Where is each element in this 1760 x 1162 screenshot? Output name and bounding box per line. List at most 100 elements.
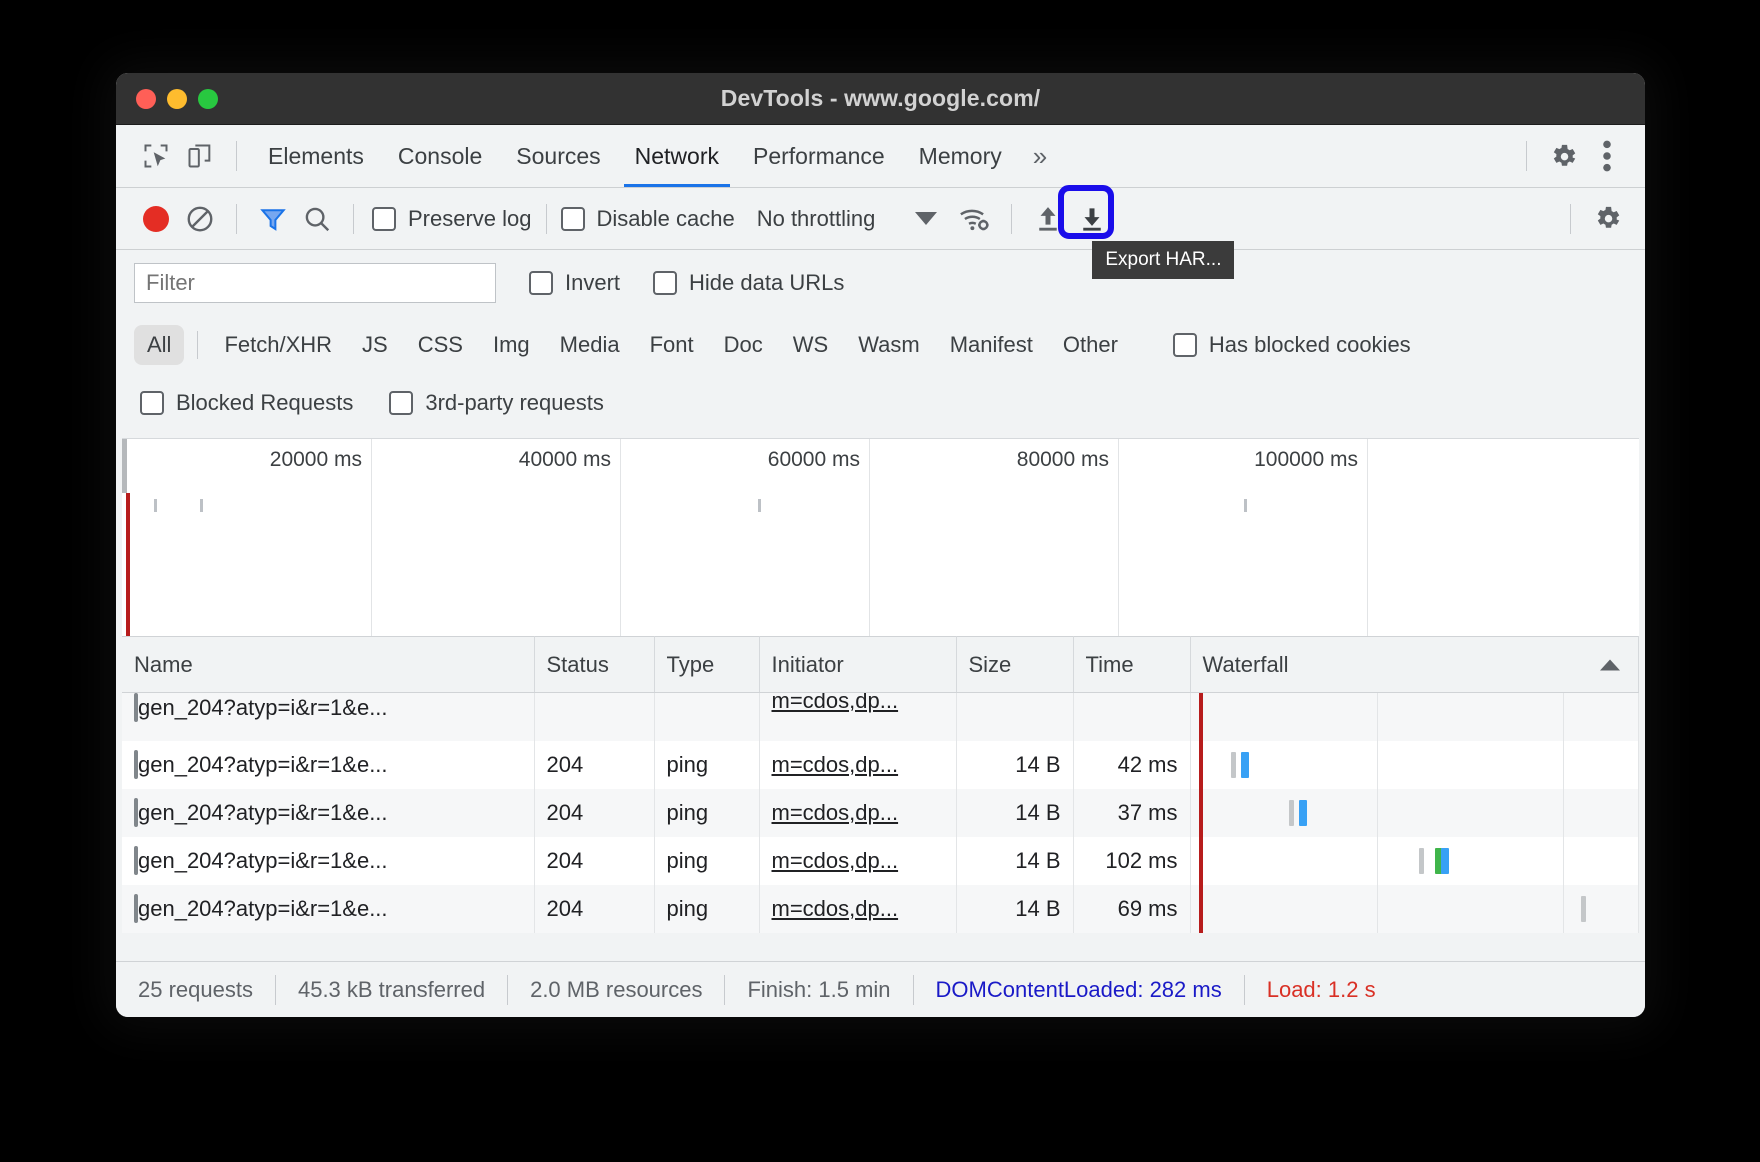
overview-dcl-marker [126,493,130,636]
cell-initiator[interactable]: m=cdos,dp... [759,788,957,837]
cell-name[interactable]: gen_204?atyp=i&r=1&e... [122,884,535,933]
chip-js[interactable]: JS [349,325,401,365]
cell-initiator[interactable]: m=cdos,dp... [759,884,957,933]
cell-name[interactable]: gen_204?atyp=i&r=1&e... [122,836,535,885]
cell-initiator[interactable]: m=cdos,dp... [759,740,957,789]
cell-name[interactable]: gen_204?atyp=i&r=1&e... [122,692,535,741]
initiator-link[interactable]: m=cdos,dp... [772,800,899,825]
chip-img[interactable]: Img [480,325,543,365]
waterfall-waiting-bar [1230,751,1236,778]
chip-manifest[interactable]: Manifest [937,325,1046,365]
settings-gear-icon[interactable] [1541,135,1585,177]
cell-name[interactable]: gen_204?atyp=i&r=1&e... [122,740,535,789]
network-overview-timeline[interactable]: 20000 ms 40000 ms 60000 ms 80000 ms 1000… [122,438,1639,636]
cell-name[interactable]: gen_204?atyp=i&r=1&e... [122,788,535,837]
chip-other[interactable]: Other [1050,325,1131,365]
export-har-button[interactable] [1070,198,1114,240]
initiator-link[interactable]: m=cdos,dp... [772,693,899,713]
network-settings-gear-icon[interactable] [1585,198,1629,240]
third-party-requests-box[interactable] [389,391,414,415]
cell-status: 204 [534,884,655,933]
record-button[interactable] [134,198,178,240]
tab-performance[interactable]: Performance [736,125,902,187]
cell-waterfall[interactable] [1190,740,1639,789]
cell-waterfall[interactable] [1190,788,1639,837]
device-toolbar-icon[interactable] [178,135,222,177]
hide-data-urls-checkbox[interactable]: Hide data URLs [653,270,844,296]
cell-initiator[interactable]: m=cdos,dp... [759,692,957,741]
column-header-name[interactable]: Name [122,636,535,693]
table-row[interactable]: gen_204?atyp=i&r=1&e... 204ping m=cdos,dp.… [122,884,1639,933]
column-header-type[interactable]: Type [654,636,760,693]
disable-cache-checkbox[interactable]: Disable cache [560,206,735,232]
waterfall-dcl-marker [1198,788,1203,837]
column-header-size[interactable]: Size [956,636,1074,693]
summary-load: Load: 1.2 s [1266,976,1376,1002]
network-conditions-icon[interactable] [953,198,997,240]
column-header-time[interactable]: Time [1073,636,1191,693]
third-party-requests-checkbox[interactable]: 3rd-party requests [389,390,604,416]
export-har-wrapper: Export HAR... [1058,184,1235,279]
summary-divider [274,974,276,1005]
waterfall-download-bar [1298,799,1307,826]
initiator-link[interactable]: m=cdos,dp... [772,752,899,777]
blocked-requests-checkbox[interactable]: Blocked Requests [140,390,353,416]
preserve-log-checkbox[interactable]: Preserve log [372,206,532,232]
has-blocked-cookies-checkbox[interactable]: Has blocked cookies [1172,332,1411,358]
clear-button[interactable] [178,198,222,240]
cell-waterfall[interactable] [1190,836,1639,885]
tab-elements[interactable]: Elements [251,125,381,187]
network-summary-bar: 25 requests 45.3 kB transferred 2.0 MB r… [116,961,1645,1017]
more-tabs-icon[interactable]: » [1019,141,1061,172]
sort-ascending-icon[interactable] [1600,659,1620,670]
initiator-link[interactable]: m=cdos,dp... [772,896,899,921]
tab-memory[interactable]: Memory [902,125,1019,187]
summary-resources: 2.0 MB resources [530,976,703,1002]
column-header-initiator[interactable]: Initiator [759,636,957,693]
filter-input[interactable] [134,263,496,303]
tab-network[interactable]: Network [618,125,736,187]
inspect-element-icon[interactable] [134,135,178,177]
invert-checkbox[interactable]: Invert [529,270,620,296]
cell-waterfall[interactable] [1190,692,1639,741]
column-header-status[interactable]: Status [534,636,655,693]
title-bar: DevTools - www.google.com/ [116,73,1645,125]
table-row[interactable]: gen_204?atyp=i&r=1&e... 204ping m=cdos,dp.… [122,788,1639,837]
request-name: gen_204?atyp=i&r=1&e... [138,895,388,921]
cell-initiator[interactable]: m=cdos,dp... [759,836,957,885]
chip-media[interactable]: Media [547,325,633,365]
chip-all[interactable]: All [134,325,185,365]
throttling-select[interactable]: No throttling [757,206,938,232]
invert-box[interactable] [529,271,553,295]
more-options-icon[interactable] [1585,135,1629,177]
table-row[interactable]: gen_204?atyp=i&r=1&e... 204ping m=cdos,dp.… [122,740,1639,789]
chip-wasm[interactable]: Wasm [845,325,933,365]
blocked-requests-box[interactable] [140,391,164,415]
chip-fetch-xhr[interactable]: Fetch/XHR [211,325,345,365]
has-blocked-cookies-box[interactable] [1172,333,1197,357]
column-header-waterfall[interactable]: Waterfall [1190,636,1639,693]
hide-data-urls-box[interactable] [653,271,678,295]
table-row[interactable]: gen_204?atyp=i&r=1&e... 204ping m=cdos,dp.… [122,692,1639,741]
disable-cache-box[interactable] [560,206,585,231]
cell-time: 42 ms [1073,740,1191,789]
waterfall-gridline [1562,884,1564,933]
initiator-link[interactable]: m=cdos,dp... [772,848,899,873]
search-icon[interactable] [295,198,339,240]
tab-console[interactable]: Console [381,125,499,187]
chip-css[interactable]: CSS [405,325,476,365]
table-row[interactable]: gen_204?atyp=i&r=1&e... 204ping m=cdos,dp.… [122,836,1639,885]
cell-size: 14 B [956,692,1074,741]
chip-doc[interactable]: Doc [711,325,776,365]
third-party-requests-label: 3rd-party requests [425,390,604,415]
cell-type: ping [654,692,760,741]
chip-font[interactable]: Font [637,325,707,365]
chip-ws[interactable]: WS [780,325,841,365]
cell-waterfall[interactable] [1190,884,1639,933]
chevron-down-icon[interactable] [915,212,938,225]
preserve-log-box[interactable] [372,206,396,231]
filter-funnel-icon[interactable] [251,198,295,240]
tab-sources[interactable]: Sources [499,125,617,187]
import-har-button[interactable] [1026,198,1070,240]
table-body: gen_204?atyp=i&r=1&e...204pingm=cdos,dp.… [122,692,1639,933]
